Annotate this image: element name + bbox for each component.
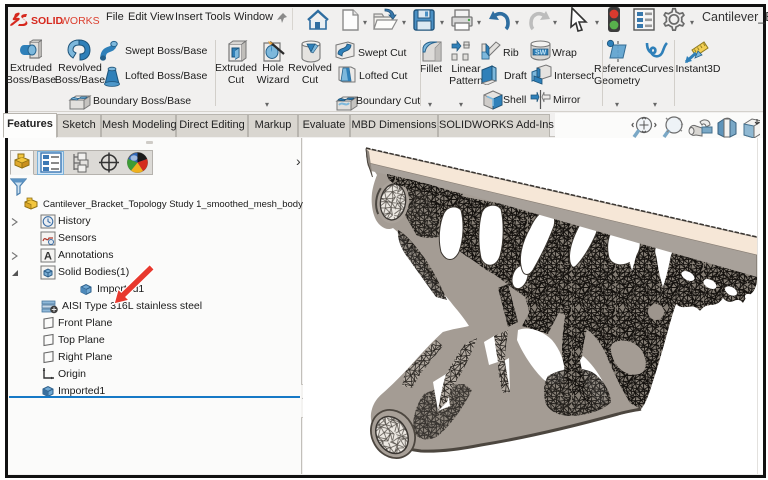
svg-text:SW: SW xyxy=(535,50,547,57)
svg-text:WORKS: WORKS xyxy=(60,15,100,27)
svg-text:SOLID: SOLID xyxy=(31,15,64,27)
svg-text:A: A xyxy=(44,251,52,263)
